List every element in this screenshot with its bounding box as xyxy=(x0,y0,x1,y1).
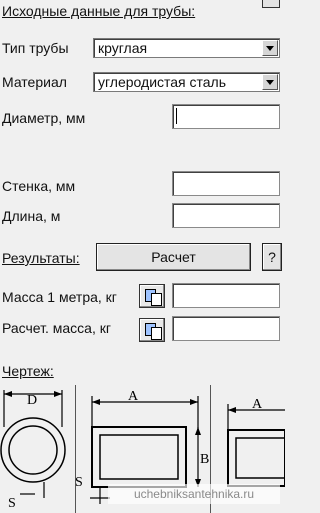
wall-label: Стенка, мм xyxy=(2,178,76,194)
copy-mass-per-meter-button[interactable] xyxy=(139,284,165,308)
dim-d-label: D xyxy=(27,393,37,408)
rect-pipe-inner xyxy=(99,434,179,480)
square-pipe-inner xyxy=(235,437,285,479)
calculate-button[interactable]: Расчет xyxy=(96,243,251,271)
chevron-down-icon[interactable] xyxy=(262,74,278,90)
calc-mass-label: Расчет. масса, кг xyxy=(2,320,111,336)
pipe-type-label: Тип трубы xyxy=(2,40,69,56)
mass-per-meter-output[interactable] xyxy=(172,283,280,308)
text-caret xyxy=(176,108,177,124)
pipe-type-select[interactable]: круглая xyxy=(93,38,280,58)
length-label: Длина, м xyxy=(2,208,61,224)
dim-s-label: S xyxy=(75,475,83,490)
help-button[interactable]: ? xyxy=(262,243,282,271)
dim-s-label: S xyxy=(8,496,16,511)
chevron-down-icon[interactable] xyxy=(262,40,278,56)
dim-b-label: B xyxy=(200,452,209,467)
drawing-label: Чертеж: xyxy=(2,363,54,379)
material-select[interactable]: углеродистая сталь xyxy=(93,72,280,92)
rect-pipe-outer xyxy=(91,426,187,488)
copy-calc-mass-button[interactable] xyxy=(139,318,165,342)
results-label: Результаты: xyxy=(2,250,80,266)
round-pipe-inner xyxy=(8,425,58,475)
diameter-input[interactable] xyxy=(172,104,280,129)
dim-a-label: A xyxy=(128,389,139,404)
mass-per-meter-label: Масса 1 метра, кг xyxy=(2,289,117,305)
material-label: Материал xyxy=(2,74,67,90)
wall-input[interactable] xyxy=(172,171,280,196)
collapse-button[interactable] xyxy=(262,0,280,8)
calc-mass-output[interactable] xyxy=(172,316,280,341)
watermark: uchebniksantehnika.ru xyxy=(108,484,280,504)
diameter-label: Диаметр, мм xyxy=(2,110,86,126)
length-input[interactable] xyxy=(172,203,280,228)
pipe-type-value: круглая xyxy=(98,40,148,56)
round-pipe-outer xyxy=(0,417,66,483)
material-value: углеродистая сталь xyxy=(98,74,227,90)
dim-a-label: A xyxy=(252,397,263,412)
section-input-header: Исходные данные для трубы: xyxy=(2,3,196,19)
